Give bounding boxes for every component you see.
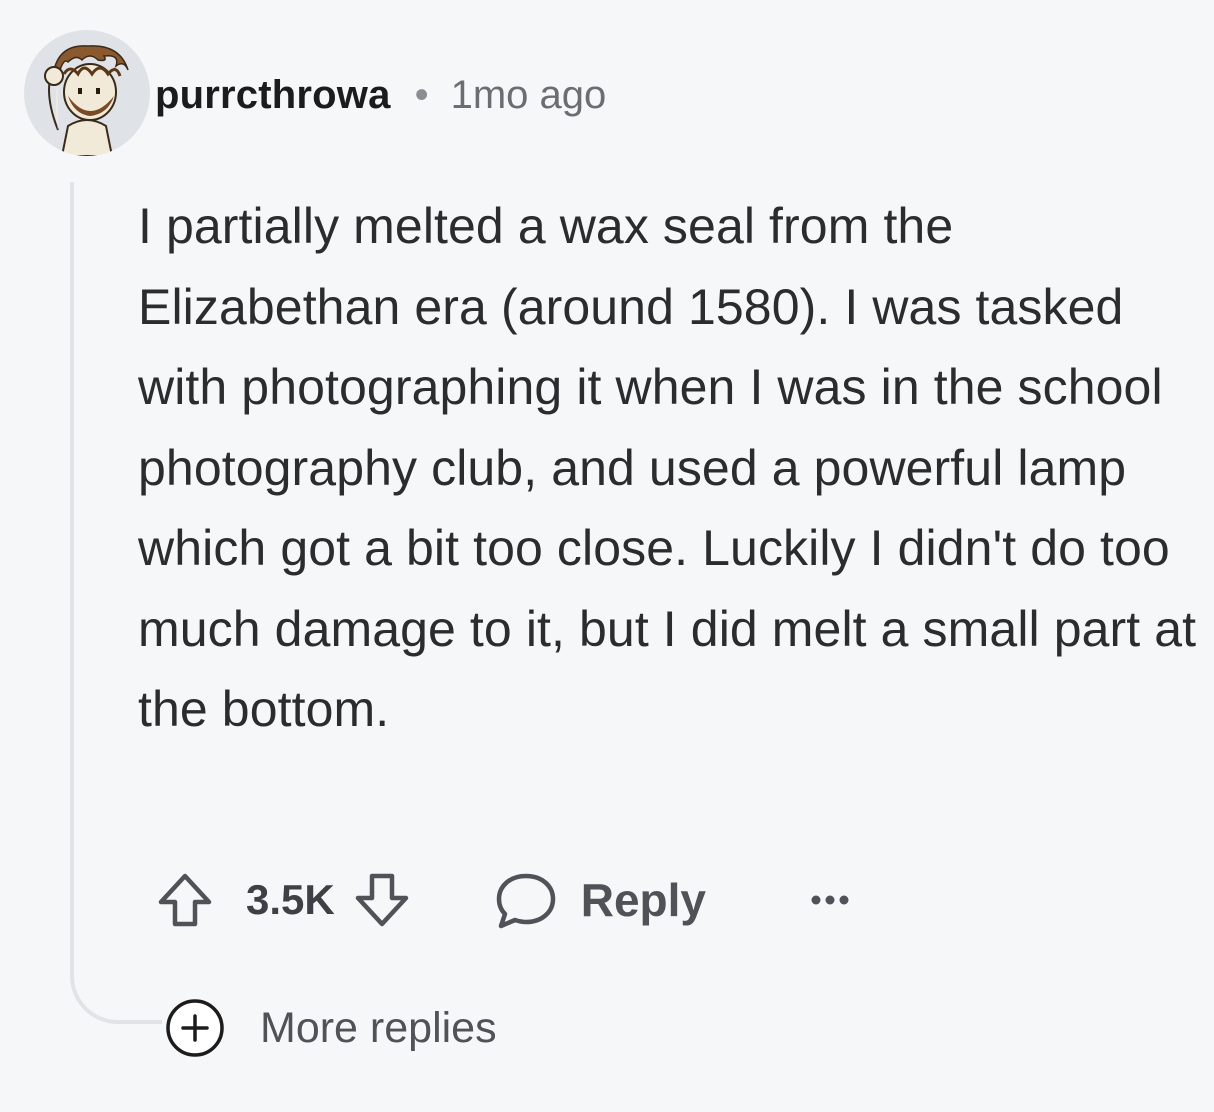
reply-label: Reply [580,874,706,926]
speech-bubble-icon [496,873,555,929]
downvote-arrow-icon [355,873,408,927]
plus-circle-icon [164,997,226,1059]
comment-header: purrcthrowa • 1mo ago [155,70,606,120]
avatar-icon[interactable] [24,30,150,156]
username-link[interactable]: purrcthrowa [155,73,391,118]
comment: purrcthrowa • 1mo ago I partially melted… [0,0,1214,1112]
more-replies-button[interactable]: More replies [164,996,497,1060]
separator-dot: • [414,73,429,117]
more-replies-label: More replies [260,1003,497,1052]
timestamp[interactable]: 1mo ago [451,73,607,118]
downvote-button[interactable] [347,868,417,932]
reply-button[interactable]: Reply [495,870,706,930]
comment-body: I partially melted a wax seal from the E… [138,198,1197,737]
action-bar: 3.5K Reply [150,868,850,932]
upvote-button[interactable] [150,868,220,932]
upvote-arrow-icon [158,873,212,927]
more-options-button[interactable] [810,868,850,932]
vote-count: 3.5K [246,876,335,923]
ellipsis-icon [811,895,849,905]
